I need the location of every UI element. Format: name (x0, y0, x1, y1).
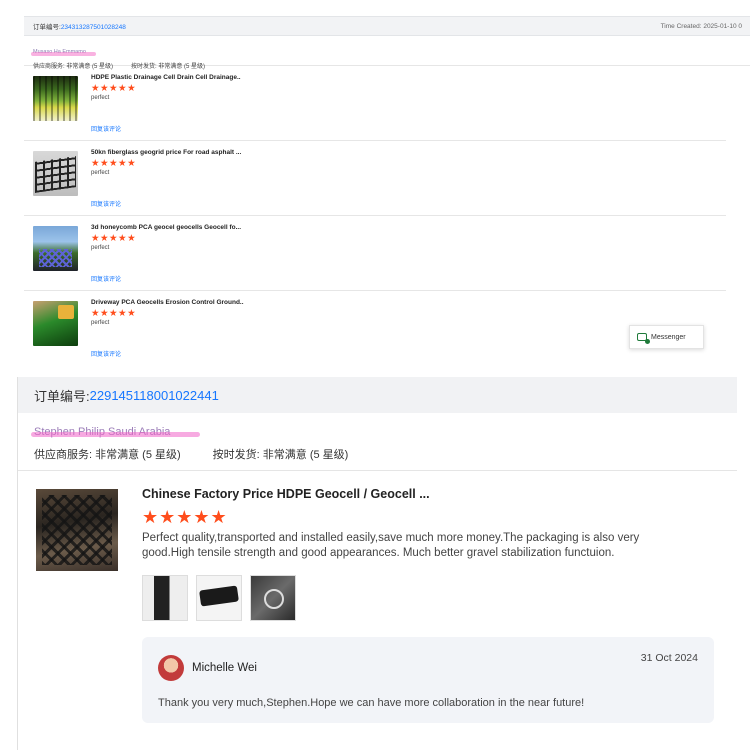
top-time-created: Time Created: 2025-01-10 0 (660, 22, 742, 30)
product-thumbnail[interactable] (33, 301, 78, 346)
bottom-rating-service: 供应商服务: 非常满意 (5 星级) (34, 449, 181, 461)
top-review-item: Driveway PCA Geocells Erosion Control Gr… (24, 291, 726, 366)
review-info: Driveway PCA Geocells Erosion Control Gr… (91, 299, 244, 358)
messenger-label: Messenger (651, 333, 686, 341)
review-photos (142, 575, 722, 621)
product-title[interactable]: Driveway PCA Geocells Erosion Control Gr… (91, 299, 244, 306)
product-thumbnail[interactable] (36, 489, 118, 571)
top-order-label: 订单编号: (33, 24, 61, 31)
star-rating: ★★★★★ (91, 308, 137, 319)
review-photo[interactable] (196, 575, 242, 621)
review-comment: perfect (91, 95, 110, 101)
product-thumbnail[interactable] (33, 226, 78, 271)
bottom-order-label: 订单编号: (34, 388, 90, 404)
review-body: Chinese Factory Price HDPE Geocell / Geo… (142, 487, 722, 723)
star-rating: ★★★★★ (91, 158, 137, 169)
messenger-icon (637, 333, 650, 344)
top-order-header: 订单编号:234313287501028248 Time Created: 20… (24, 16, 750, 36)
reply-review-link[interactable]: 回复该评论 (91, 124, 121, 133)
bottom-seller-section: Stephen Philip Saudi Arabia 供应商服务: 非常满意 … (18, 413, 737, 471)
top-review-item: 50kn fiberglass geogrid price For road a… (24, 141, 726, 216)
top-order-id: 订单编号:234313287501028248 (33, 21, 126, 31)
review-comment: perfect (91, 245, 110, 251)
review-photo[interactable] (250, 575, 296, 621)
bottom-seller-name[interactable]: Stephen Philip Saudi Arabia (30, 426, 201, 438)
star-rating: ★★★★★ (142, 507, 228, 527)
seller-reply-box: Michelle Wei 31 Oct 2024 Thank you very … (142, 637, 714, 723)
reply-review-link[interactable]: 回复该评论 (91, 199, 121, 208)
bottom-order-card: 订单编号: 229145118001022441 Stephen Philip S… (17, 377, 737, 750)
top-order-card: 订单编号:234313287501028248 Time Created: 20… (24, 16, 750, 364)
review-photo[interactable] (142, 575, 188, 621)
review-text: Perfect quality,transported and installe… (142, 532, 640, 559)
top-order-number[interactable]: 234313287501028248 (61, 24, 126, 31)
avatar (158, 655, 184, 681)
review-info: HDPE Plastic Drainage Cell Drain Cell Dr… (91, 74, 241, 133)
reply-date: 31 Oct 2024 (640, 652, 698, 664)
bottom-order-number[interactable]: 229145118001022441 (90, 388, 219, 403)
product-title[interactable]: 50kn fiberglass geogrid price For road a… (91, 149, 241, 156)
replier-name: Michelle Wei (192, 662, 257, 674)
bottom-seller-ratings: 供应商服务: 非常满意 (5 星级) 按时发货: 非常满意 (5 星级) (34, 446, 721, 462)
bottom-rating-delivery: 按时发货: 非常满意 (5 星级) (212, 449, 349, 461)
top-review-item: HDPE Plastic Drainage Cell Drain Cell Dr… (24, 66, 726, 141)
review-info: 3d honeycomb PCA geocel geocells Geocell… (91, 224, 241, 283)
product-title[interactable]: 3d honeycomb PCA geocel geocells Geocell… (91, 224, 241, 231)
product-thumbnail[interactable] (33, 151, 78, 196)
reply-review-link[interactable]: 回复该评论 (91, 274, 121, 283)
top-seller-section: Musaso Ha Emmamo 供应商服务: 非常满意 (5 星级) 按时发货… (24, 36, 750, 70)
review-info: 50kn fiberglass geogrid price For road a… (91, 149, 241, 208)
reply-text: Thank you very much,Stephen.Hope we can … (158, 697, 585, 709)
product-title[interactable]: HDPE Plastic Drainage Cell Drain Cell Dr… (91, 74, 241, 81)
star-rating: ★★★★★ (91, 83, 137, 94)
bottom-review-item: Chinese Factory Price HDPE Geocell / Geo… (18, 471, 737, 723)
reply-review-link[interactable]: 回复该评论 (91, 349, 121, 358)
top-review-item: 3d honeycomb PCA geocel geocells Geocell… (24, 216, 726, 291)
product-title[interactable]: Chinese Factory Price HDPE Geocell / Geo… (142, 487, 722, 501)
top-seller-name[interactable]: Musaso Ha Emmamo (31, 49, 96, 56)
messenger-button[interactable]: Messenger (629, 325, 704, 349)
review-comment: perfect (91, 170, 110, 176)
star-rating: ★★★★★ (91, 233, 137, 244)
product-thumbnail[interactable] (33, 76, 78, 121)
bottom-order-header: 订单编号: 229145118001022441 (18, 377, 737, 413)
review-comment: perfect (91, 320, 110, 326)
